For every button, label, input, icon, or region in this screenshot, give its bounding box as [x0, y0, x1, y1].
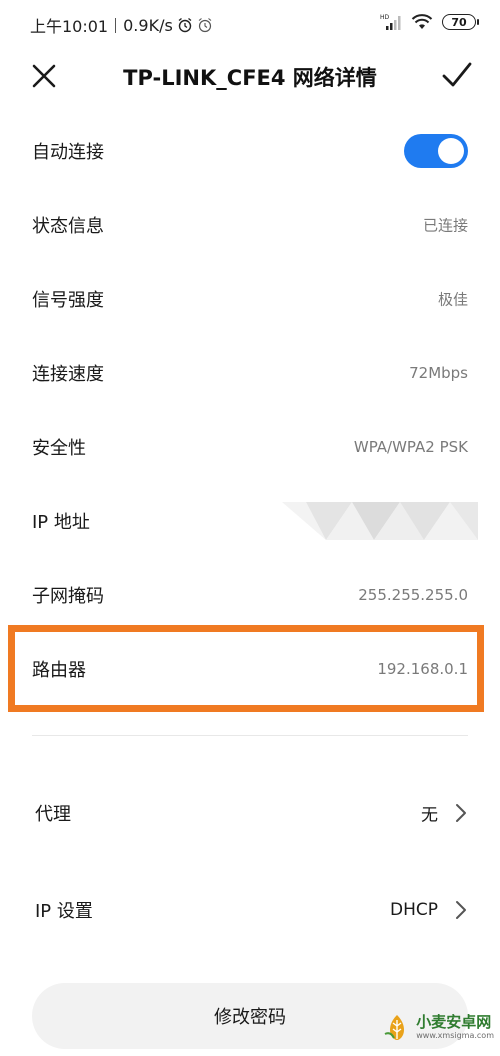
row-signal: 信号强度 极佳	[0, 262, 500, 336]
status-speed: 0.9K/s	[123, 15, 173, 35]
ip-setting-row[interactable]: IP 设置 DHCP	[0, 873, 500, 947]
signal-label: 信号强度	[32, 290, 104, 311]
status-separator	[115, 17, 117, 33]
ip-setting-label: IP 设置	[35, 901, 93, 922]
status-bar: 上午10:01 0.9K/s HD 70	[0, 0, 500, 46]
status-right: HD 70	[380, 13, 479, 31]
watermark-name: 小麦安卓网	[416, 1012, 492, 1031]
change-password-label: 修改密码	[214, 1007, 286, 1028]
row-security: 安全性 WPA/WPA2 PSK	[0, 410, 500, 484]
alarm-icon	[178, 17, 192, 33]
title-bar: TP-LINK_CFE4 网络详情	[0, 46, 500, 108]
site-watermark: 小麦安卓网 www.xmsigma.com	[382, 1012, 494, 1042]
router-highlight-annotation	[8, 625, 484, 712]
battery-level: 70	[451, 15, 467, 29]
row-auto-connect: 自动连接	[0, 114, 500, 188]
battery-icon: 70	[442, 14, 479, 30]
ip-address-label: IP 地址	[32, 512, 90, 533]
status-value: 已连接	[422, 216, 468, 235]
chevron-right-icon	[456, 804, 466, 822]
wifi-icon	[411, 14, 433, 29]
watermark-text: 小麦安卓网 www.xmsigma.com	[416, 1012, 494, 1040]
obscured-value-mosaic	[282, 502, 478, 540]
chevron-right-icon	[456, 901, 466, 919]
auto-connect-label: 自动连接	[32, 142, 104, 163]
auto-connect-toggle[interactable]	[404, 134, 468, 168]
status-left: 上午10:01 0.9K/s	[30, 13, 213, 37]
row-subnet: 子网掩码 255.255.255.0	[0, 558, 500, 632]
status-label: 状态信息	[32, 216, 104, 237]
subnet-label: 子网掩码	[32, 586, 104, 607]
toggle-knob	[438, 138, 464, 164]
row-status: 状态信息 已连接	[0, 188, 500, 262]
page-title: TP-LINK_CFE4 网络详情	[123, 66, 377, 90]
speed-label: 连接速度	[32, 364, 104, 385]
security-label: 安全性	[32, 438, 86, 459]
cellular-signal-icon: HD	[380, 14, 401, 30]
ip-setting-value: DHCP	[390, 900, 438, 920]
security-value: WPA/WPA2 PSK	[353, 438, 468, 456]
proxy-label: 代理	[35, 804, 71, 825]
signal-value: 极佳	[437, 290, 468, 309]
section-divider	[32, 735, 468, 736]
speed-value: 72Mbps	[409, 364, 468, 382]
row-ip-address: IP 地址	[0, 484, 500, 558]
close-icon[interactable]	[28, 60, 60, 92]
alarm-outline-icon	[198, 18, 212, 33]
row-speed: 连接速度 72Mbps	[0, 336, 500, 410]
subnet-value: 255.255.255.0	[358, 586, 468, 604]
proxy-setting-row[interactable]: 代理 无	[0, 776, 500, 850]
watermark-url: www.xmsigma.com	[416, 1030, 494, 1040]
status-time: 上午10:01	[30, 17, 109, 36]
network-type-label: HD	[380, 14, 390, 21]
watermark-logo-icon	[384, 1015, 405, 1040]
proxy-value: 无	[421, 805, 438, 826]
check-icon[interactable]	[440, 58, 474, 92]
